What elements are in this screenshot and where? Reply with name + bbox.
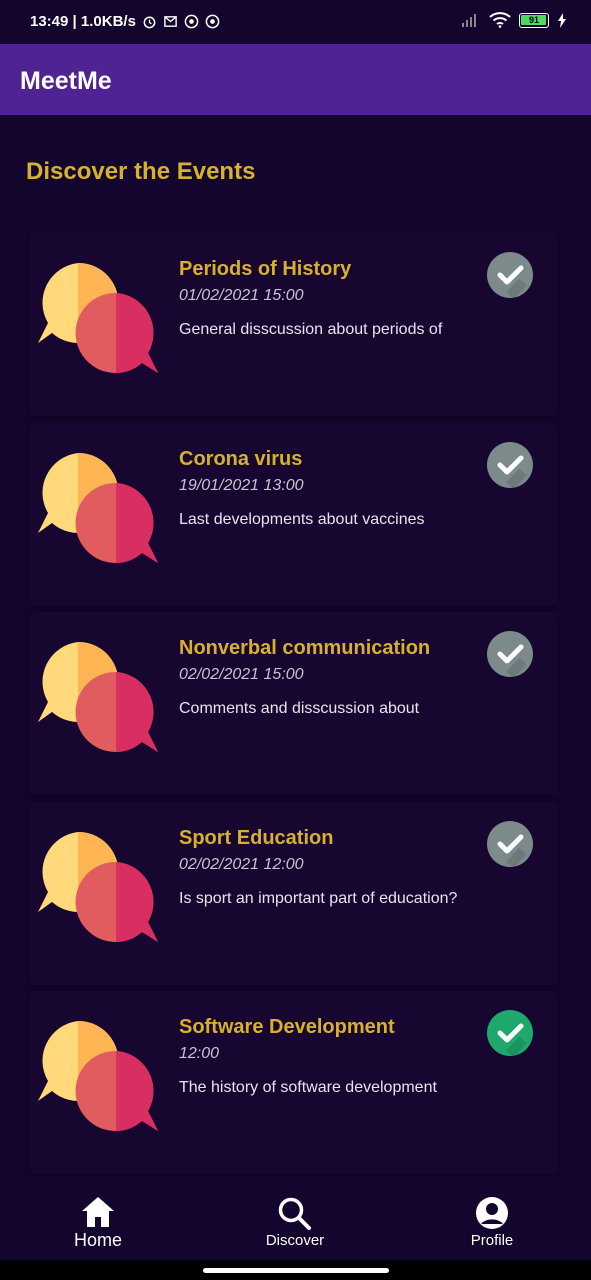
wifi-icon [489,12,511,28]
profile-icon [476,1197,508,1229]
check-icon[interactable] [487,631,533,677]
nav-item-discover[interactable]: Discover [215,1180,375,1260]
event-description: Is sport an important part of education? [179,889,458,907]
event-title: Periods of History [179,258,352,280]
event-datetime: 02/02/2021 12:00 [179,855,304,873]
gmail-icon [164,16,177,27]
event-datetime: 12:00 [179,1045,220,1062]
chat-bubbles-icon [38,642,158,752]
event-description: Comments and disscussion about [179,700,420,717]
event-description: Last developments about vaccines [179,510,425,528]
event-description: The history of software development [179,1079,437,1096]
battery-level: 91 [528,14,539,25]
chat-bubbles-icon [38,831,158,942]
status-left: 13:49 | 1.0KB/s [30,13,220,30]
nav-label-discover: Discover [265,1232,325,1249]
sync-icon-2 [205,14,220,29]
event-datetime: 19/01/2021 13:00 [179,476,304,494]
event-title: Sport Education [179,826,334,849]
check-icon[interactable] [487,441,533,488]
check-icon[interactable] [487,1010,533,1056]
event-title: Software Development [179,1016,395,1038]
charging-icon [558,12,566,28]
gesture-handle[interactable] [203,1268,389,1273]
bottom-nav: Home Discover Profile [0,1180,591,1260]
chat-bubbles-icon [38,263,158,373]
event-title: Corona virus [179,447,303,470]
gesture-area [0,1260,591,1280]
app-bar: MeetMe [0,44,591,115]
event-title: Nonverbal communication [179,637,431,659]
nav-item-home[interactable]: Home [18,1180,178,1260]
app-title: MeetMe [20,67,112,95]
status-bar: 13:49 | 1.0KB/s 91 [0,0,591,44]
alarm-icon [143,16,156,29]
search-icon [278,1197,311,1230]
event-card[interactable]: Periods of History 01/02/2021 15:00 Gene… [30,233,557,416]
section-title: Discover the Events [26,158,256,185]
check-icon[interactable] [487,820,533,867]
nav-label-home: Home [73,1230,122,1250]
battery-icon: 91 [519,12,549,28]
home-icon [82,1197,114,1227]
event-card[interactable]: Sport Education 02/02/2021 12:00 Is spor… [30,801,557,985]
event-card[interactable]: Software Development 12:00 The history o… [30,991,557,1174]
event-description: General disscussion about periods of [179,321,443,338]
status-time-speed: 13:49 | 1.0KB/s [30,13,136,30]
sync-icon [184,14,199,29]
chat-bubbles-icon [38,452,158,563]
signal-icon [462,14,476,27]
event-card[interactable]: Corona virus 19/01/2021 13:00 Last devel… [30,422,557,606]
event-datetime: 01/02/2021 15:00 [179,287,304,304]
status-right: 91 [461,12,567,28]
nav-label-profile: Profile [470,1232,514,1249]
nav-item-profile[interactable]: Profile [412,1180,572,1260]
check-icon[interactable] [487,252,533,298]
event-card[interactable]: Nonverbal communication 02/02/2021 15:00… [30,612,557,795]
chat-bubbles-icon [38,1021,158,1131]
event-datetime: 02/02/2021 15:00 [179,666,304,683]
